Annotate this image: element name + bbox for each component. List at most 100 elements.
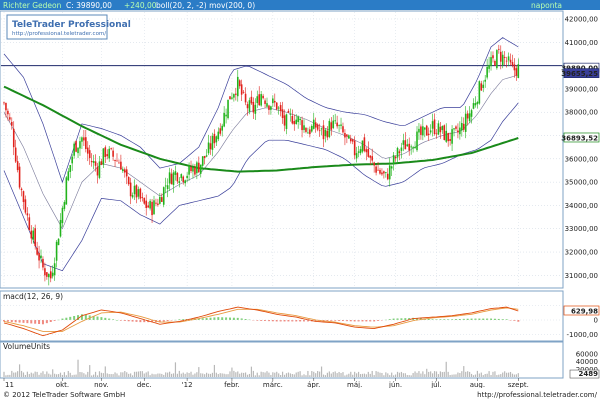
volume-bar [509, 371, 512, 377]
price-panel [0, 10, 564, 289]
candle-body [139, 188, 142, 199]
candle-body [49, 271, 52, 279]
volume-bar [151, 373, 153, 377]
chart-canvas: Richter Gedeon C: 39890,00 +240,00 boll(… [0, 0, 600, 400]
volume-bar [441, 372, 443, 377]
candle-body [250, 96, 253, 104]
volume-bar [504, 371, 506, 377]
candle-body [219, 128, 222, 134]
price-tick-label: 32000,00 [565, 249, 598, 257]
candle-body [451, 129, 453, 144]
volume-bar [422, 371, 424, 377]
candle-body [357, 151, 360, 153]
macd-histogram-bar [6, 320, 9, 322]
volume-bar [424, 374, 426, 377]
candle-body [26, 213, 29, 216]
volume-bar [379, 372, 381, 377]
candle-body [270, 106, 272, 110]
volume-bar [478, 373, 480, 377]
volume-bar [28, 374, 30, 377]
candle-body [122, 169, 124, 172]
candle-body [53, 263, 56, 276]
volume-bar [182, 372, 184, 377]
candle-body [110, 148, 112, 150]
volume-bar [239, 373, 241, 377]
volume-bar [250, 366, 253, 377]
candle-body [281, 109, 284, 118]
volume-bar [190, 371, 192, 377]
candle-body [40, 255, 42, 258]
candle-body [480, 83, 483, 91]
volume-bar [149, 375, 151, 377]
volume-bar [26, 371, 28, 377]
volume-bar [305, 375, 307, 377]
candle-body [499, 51, 502, 62]
candle-body [496, 50, 498, 69]
volume-bar [248, 373, 251, 377]
candle-body [55, 241, 58, 261]
candle-body [238, 80, 241, 87]
candle-body [513, 64, 516, 71]
volume-bar [258, 375, 260, 377]
volume-bar [114, 372, 116, 377]
candle-body [492, 55, 494, 59]
candle-body [94, 161, 97, 166]
candle-body [77, 147, 79, 154]
candle-body [131, 195, 134, 198]
volume-bar [217, 374, 219, 377]
candle-body [182, 176, 185, 182]
candle-body [324, 129, 327, 137]
price-tick-label: 42000,00 [565, 15, 598, 23]
macd-histogram-bar [182, 319, 185, 320]
volume-bar [15, 372, 17, 377]
volume-bar [143, 373, 145, 377]
candle-body [359, 149, 362, 154]
candle-body [334, 120, 336, 122]
candle-body [515, 68, 518, 76]
volume-bar [221, 373, 223, 377]
volume-bar [178, 370, 180, 377]
candle-body [381, 172, 383, 175]
volume-bar [7, 374, 9, 377]
macd-histogram-bar [217, 317, 220, 320]
macd-histogram-bar [49, 320, 52, 322]
candle-body [262, 95, 264, 99]
footer-copyright: © 2012 TeleTrader Software GmbH [3, 391, 125, 399]
candle-body [180, 174, 183, 179]
candle-body [312, 119, 315, 129]
candle-body [443, 125, 446, 140]
volume-bar [451, 374, 453, 377]
candle-body [244, 93, 247, 103]
candle-body [488, 64, 490, 69]
volume-value-label: 2489 [579, 370, 599, 378]
candle-body [328, 120, 331, 137]
volume-bar [59, 372, 62, 377]
volume-bar [237, 371, 239, 377]
candle-body [151, 201, 153, 216]
candle-body [388, 165, 391, 180]
candle-body [501, 54, 504, 66]
volume-bar [246, 374, 249, 377]
candle-body [227, 99, 229, 119]
macd-histogram-bar [22, 320, 25, 323]
volume-bar [492, 371, 494, 377]
volume-bar [459, 372, 461, 377]
volume-bar [367, 371, 369, 377]
volume-bar [229, 371, 231, 377]
candle-body [16, 161, 19, 171]
macd-histogram-bar [209, 317, 212, 320]
volume-bar [361, 373, 364, 377]
candle-body [348, 135, 350, 139]
candle-body [217, 131, 220, 140]
volume-bar [371, 370, 373, 377]
x-tick-label: szept. [508, 381, 529, 389]
instrument-name: Richter Gedeon [3, 1, 62, 10]
volume-bar [40, 372, 42, 377]
volume-bar [359, 374, 362, 377]
candle-body [383, 171, 385, 174]
volume-bar [30, 372, 32, 377]
x-tick-label: márc. [263, 381, 283, 389]
volume-bar [344, 375, 346, 377]
candle-body [326, 130, 329, 138]
volume-bar [227, 374, 229, 377]
